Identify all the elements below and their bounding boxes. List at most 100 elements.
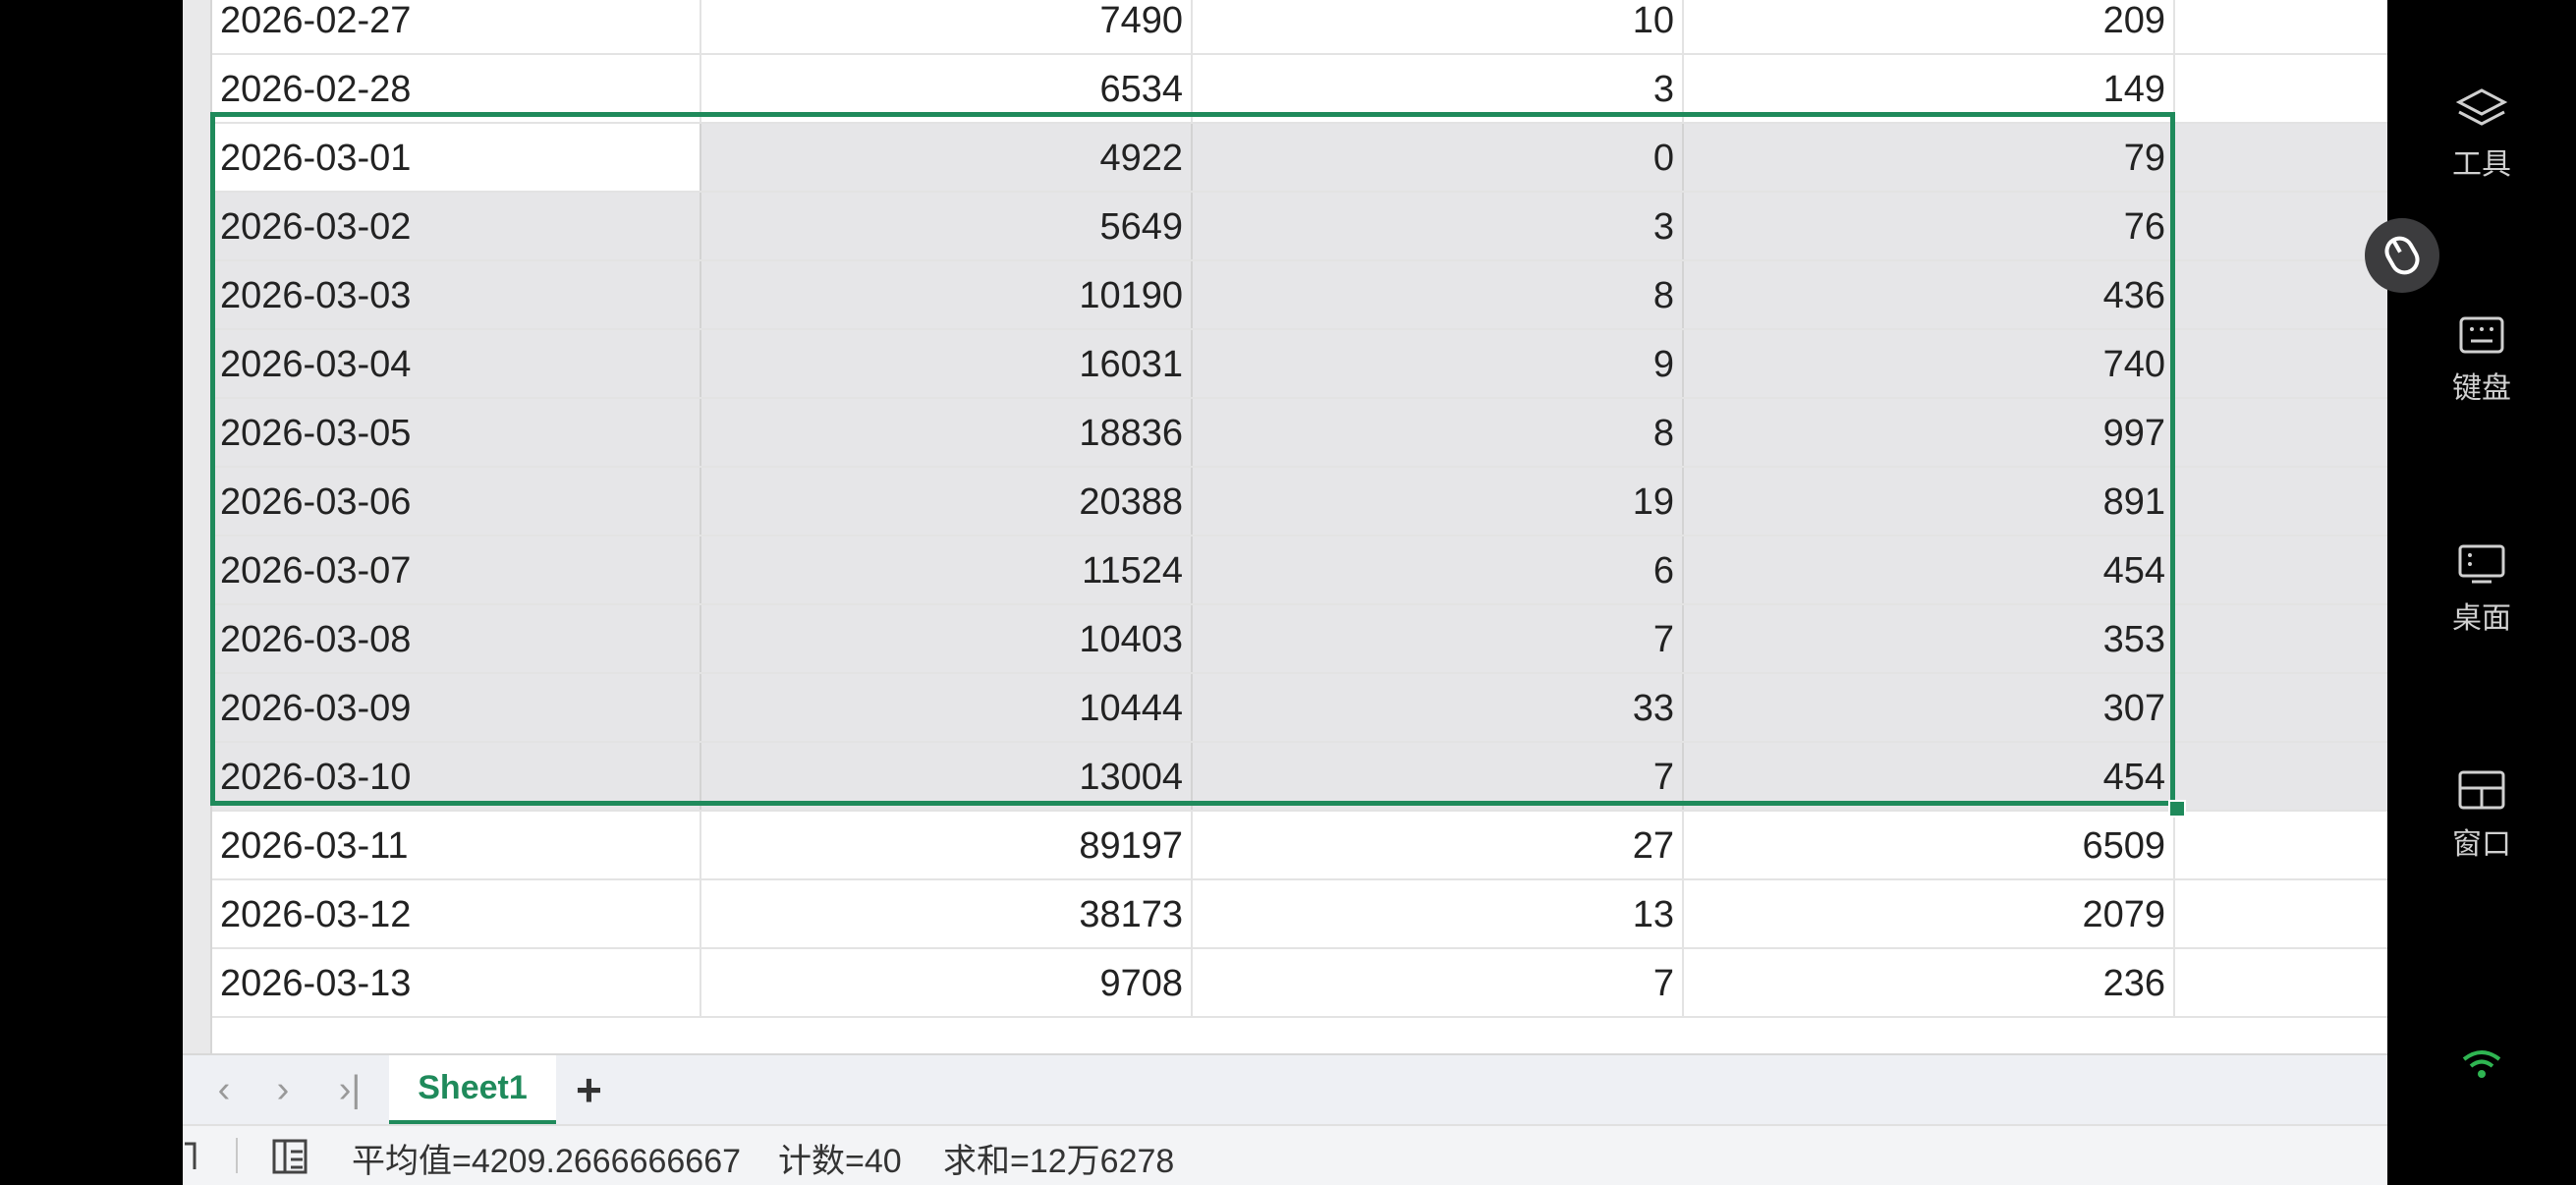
- value-cell[interactable]: 10: [1193, 0, 1684, 53]
- value-cell[interactable]: 6509: [1684, 812, 2175, 878]
- value-cell[interactable]: 33: [1193, 674, 1684, 741]
- value-cell[interactable]: 9708: [701, 949, 1193, 1016]
- value-cell[interactable]: 3: [1193, 55, 1684, 122]
- date-cell[interactable]: 2026-03-09: [212, 674, 701, 741]
- prev-sheet-button[interactable]: ‹: [204, 1069, 244, 1111]
- value-cell[interactable]: 38173: [701, 880, 1193, 947]
- table-row-selected[interactable]: 2026-03-07 11524 6 454: [183, 536, 2387, 605]
- date-cell[interactable]: 2026-03-02: [212, 193, 701, 259]
- date-cell[interactable]: 2026-03-04: [212, 330, 701, 397]
- value-cell[interactable]: 0: [1193, 124, 1684, 191]
- value-cell[interactable]: 7: [1193, 949, 1684, 1016]
- date-cell[interactable]: 2026-03-13: [212, 949, 701, 1016]
- value-cell[interactable]: 7: [1193, 743, 1684, 810]
- value-cell[interactable]: 16031: [701, 330, 1193, 397]
- next-sheet-button[interactable]: ›: [263, 1069, 303, 1111]
- tab-sheet1[interactable]: Sheet1: [389, 1055, 556, 1124]
- value-cell[interactable]: 79: [1684, 124, 2175, 191]
- side-item-keyboard[interactable]: 键盘: [2387, 314, 2576, 407]
- row-header[interactable]: [183, 674, 212, 743]
- row-header[interactable]: [183, 812, 212, 880]
- table-row-selected[interactable]: 2026-03-02 5649 3 76: [183, 193, 2387, 261]
- row-header[interactable]: [183, 193, 212, 261]
- table-row-selected[interactable]: 2026-03-06 20388 19 891: [183, 468, 2387, 536]
- date-cell[interactable]: 2026-03-05: [212, 399, 701, 466]
- value-cell[interactable]: 8: [1193, 399, 1684, 466]
- date-cell[interactable]: 2026-03-11: [212, 812, 701, 878]
- value-cell[interactable]: 18836: [701, 399, 1193, 466]
- value-cell[interactable]: 76: [1684, 193, 2175, 259]
- value-cell[interactable]: 3: [1193, 193, 1684, 259]
- date-cell[interactable]: 2026-03-03: [212, 261, 701, 328]
- date-cell[interactable]: 2026-03-08: [212, 605, 701, 672]
- value-cell[interactable]: 9: [1193, 330, 1684, 397]
- value-cell[interactable]: 10190: [701, 261, 1193, 328]
- table-row-selected[interactable]: 2026-03-01 4922 0 79: [183, 124, 2387, 193]
- row-header[interactable]: [183, 605, 212, 674]
- row-header[interactable]: [183, 949, 212, 1018]
- value-cell[interactable]: 27: [1193, 812, 1684, 878]
- table-row[interactable]: 2026-03-13 9708 7 236: [183, 949, 2387, 1018]
- value-cell[interactable]: 6: [1193, 536, 1684, 603]
- value-cell[interactable]: 10403: [701, 605, 1193, 672]
- row-header[interactable]: [183, 399, 212, 468]
- table-row-selected[interactable]: 2026-03-03 10190 8 436: [183, 261, 2387, 330]
- value-cell[interactable]: 353: [1684, 605, 2175, 672]
- value-cell[interactable]: 7490: [701, 0, 1193, 53]
- table-row[interactable]: 2026-02-28 6534 3 149: [183, 55, 2387, 124]
- value-cell[interactable]: 209: [1684, 0, 2175, 53]
- side-item-tools[interactable]: 工具: [2387, 86, 2576, 183]
- last-sheet-button[interactable]: ›|: [320, 1069, 379, 1111]
- fill-handle[interactable]: [2168, 800, 2186, 818]
- row-header[interactable]: [183, 880, 212, 949]
- sheet-list-icon[interactable]: [271, 1138, 308, 1175]
- value-cell[interactable]: 13: [1193, 880, 1684, 947]
- value-cell[interactable]: 236: [1684, 949, 2175, 1016]
- value-cell[interactable]: 2079: [1684, 880, 2175, 947]
- row-header[interactable]: [183, 468, 212, 536]
- table-row[interactable]: 2026-03-11 89197 27 6509: [183, 812, 2387, 880]
- value-cell[interactable]: 8: [1193, 261, 1684, 328]
- table-row[interactable]: 2026-03-12 38173 13 2079: [183, 880, 2387, 949]
- mouse-mode-button[interactable]: [2365, 218, 2439, 293]
- add-sheet-button[interactable]: +: [576, 1063, 602, 1116]
- table-row-selected[interactable]: 2026-03-05 18836 8 997: [183, 399, 2387, 468]
- side-item-desktop[interactable]: 桌面: [2387, 542, 2576, 637]
- table-row-selected[interactable]: 2026-03-09 10444 33 307: [183, 674, 2387, 743]
- value-cell[interactable]: 6534: [701, 55, 1193, 122]
- row-header[interactable]: [183, 55, 212, 124]
- date-cell[interactable]: 2026-03-10: [212, 743, 701, 810]
- value-cell[interactable]: 891: [1684, 468, 2175, 535]
- row-header[interactable]: [183, 261, 212, 330]
- value-cell[interactable]: 454: [1684, 743, 2175, 810]
- table-row[interactable]: 2026-02-27 7490 10 209: [183, 0, 2387, 55]
- value-cell[interactable]: 454: [1684, 536, 2175, 603]
- value-cell[interactable]: 4922: [701, 124, 1193, 191]
- value-cell[interactable]: 11524: [701, 536, 1193, 603]
- value-cell[interactable]: 740: [1684, 330, 2175, 397]
- table-row-selected[interactable]: 2026-03-04 16031 9 740: [183, 330, 2387, 399]
- row-header[interactable]: [183, 124, 212, 193]
- value-cell[interactable]: 10444: [701, 674, 1193, 741]
- value-cell[interactable]: 307: [1684, 674, 2175, 741]
- date-cell[interactable]: 2026-02-28: [212, 55, 701, 122]
- value-cell[interactable]: 436: [1684, 261, 2175, 328]
- row-header[interactable]: [183, 743, 212, 812]
- table-row-selected[interactable]: 2026-03-10 13004 7 454: [183, 743, 2387, 812]
- value-cell[interactable]: 5649: [701, 193, 1193, 259]
- date-cell[interactable]: 2026-03-06: [212, 468, 701, 535]
- status-left-icon[interactable]: [183, 1140, 198, 1173]
- value-cell[interactable]: 20388: [701, 468, 1193, 535]
- value-cell[interactable]: 19: [1193, 468, 1684, 535]
- row-header[interactable]: [183, 0, 212, 55]
- value-cell[interactable]: 149: [1684, 55, 2175, 122]
- value-cell[interactable]: 997: [1684, 399, 2175, 466]
- row-header[interactable]: [183, 536, 212, 605]
- date-cell[interactable]: 2026-03-07: [212, 536, 701, 603]
- value-cell[interactable]: 7: [1193, 605, 1684, 672]
- value-cell[interactable]: 89197: [701, 812, 1193, 878]
- date-cell[interactable]: 2026-03-12: [212, 880, 701, 947]
- table-row-selected[interactable]: 2026-03-08 10403 7 353: [183, 605, 2387, 674]
- row-header[interactable]: [183, 330, 212, 399]
- active-cell[interactable]: 2026-03-01: [212, 124, 701, 191]
